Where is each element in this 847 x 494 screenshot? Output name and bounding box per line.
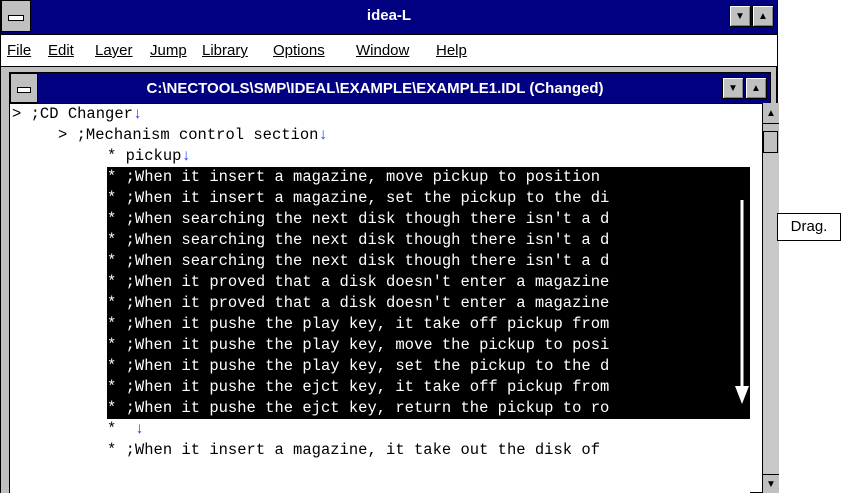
scroll-up-button[interactable]: ▲ (763, 103, 779, 124)
outline-marker[interactable]: > (12, 105, 21, 123)
outline-text: ;When searching the next disk though the… (116, 252, 610, 270)
menu-help[interactable]: Help (436, 42, 467, 59)
outline-marker[interactable]: * (107, 147, 116, 165)
minimize-button[interactable]: ▼ (729, 5, 751, 27)
outline-line-selected[interactable]: * ;When searching the next disk though t… (107, 209, 750, 230)
outline-line-selected[interactable]: * ;When it pushe the play key, move the … (107, 335, 750, 356)
app-title: idea-L (366, 7, 412, 24)
document-system-menu-button[interactable] (10, 73, 38, 103)
outline-line[interactable]: > ;Mechanism control section↓ (58, 125, 328, 146)
scroll-track[interactable] (763, 153, 779, 475)
outline-marker[interactable]: * (107, 399, 116, 417)
outline-line-selected[interactable]: * ;When it pushe the play key, it take o… (107, 314, 750, 335)
outline-line[interactable]: * ;When it insert a magazine, it take ou… (107, 440, 600, 461)
outline-text: ;When it pushe the ejct key, it take off… (116, 378, 610, 396)
newline-icon: ↓ (132, 105, 143, 123)
menu-layer[interactable]: Layer (95, 42, 133, 59)
outline-line-selected[interactable]: * ;When it proved that a disk doesn't en… (107, 293, 750, 314)
outline-marker[interactable]: * (107, 294, 116, 312)
outline-line-selected[interactable]: * ;When it proved that a disk doesn't en… (107, 272, 750, 293)
document-title-bar[interactable]: C:\NECTOOLS\SMP\IDEAL\EXAMPLE\EXAMPLE1.I… (10, 73, 770, 104)
outline-line-selected[interactable]: * ;When it pushe the ejct key, it take o… (107, 377, 750, 398)
menu-window[interactable]: Window (356, 42, 409, 59)
newline-icon: ↓ (318, 126, 328, 144)
outline-marker[interactable]: * (107, 441, 116, 459)
outline-line-selected[interactable]: * ;When it insert a magazine, move picku… (107, 167, 750, 188)
triangle-up-icon: ▲ (758, 10, 768, 22)
vertical-scrollbar[interactable]: ▲ ▼ (762, 103, 779, 493)
outline-text: ;When it pushe the play key, move the pi… (116, 336, 610, 354)
outline-text: ;When it proved that a disk doesn't ente… (116, 273, 610, 291)
outline-text: ;When it proved that a disk doesn't ente… (116, 294, 610, 312)
maximize-button[interactable]: ▲ (752, 5, 774, 27)
outline-text: ;When it insert a magazine, set the pick… (116, 189, 610, 207)
triangle-up-icon: ▲ (751, 82, 761, 94)
outline-marker[interactable]: * (107, 168, 116, 186)
outline-marker[interactable]: > (58, 126, 67, 144)
outline-line[interactable]: * pickup↓ (107, 146, 191, 167)
outline-editor[interactable]: > ;CD Changer↓ > ;Mechanism control secti… (10, 104, 750, 494)
outline-line[interactable]: * ↓ (107, 419, 144, 440)
outline-text: ;When it pushe the ejct key, return the … (116, 399, 610, 417)
outline-marker[interactable]: * (107, 189, 116, 207)
triangle-down-icon: ▼ (728, 82, 738, 94)
system-menu-icon (17, 87, 31, 93)
app-title-bar[interactable]: idea-L ▼ ▲ (1, 0, 777, 35)
outline-text (116, 420, 125, 438)
outline-marker[interactable]: * (107, 231, 116, 249)
outline-text: ;When it pushe the play key, set the pic… (116, 357, 610, 375)
arrow-up-icon: ▲ (766, 107, 776, 119)
outline-text: ;When it insert a magazine, it take out … (116, 441, 600, 459)
triangle-down-icon: ▼ (735, 10, 745, 22)
outline-text: ;Mechanism control section (67, 126, 319, 144)
document-title: C:\NECTOOLS\SMP\IDEAL\EXAMPLE\EXAMPLE1.I… (146, 80, 604, 97)
document-window: C:\NECTOOLS\SMP\IDEAL\EXAMPLE\EXAMPLE1.I… (9, 72, 771, 494)
newline-icon: ↓ (181, 147, 191, 165)
outline-text: ;When it pushe the play key, it take off… (116, 315, 610, 333)
outline-line-selected[interactable]: * ;When it pushe the ejct key, return th… (107, 398, 750, 419)
document-minimize-button[interactable]: ▼ (722, 77, 744, 99)
menu-edit[interactable]: Edit (48, 42, 74, 59)
outline-text: ;When searching the next disk though the… (116, 231, 610, 249)
drag-arrow-icon (735, 200, 749, 404)
scroll-down-button[interactable]: ▼ (763, 474, 779, 493)
outline-marker[interactable]: * (107, 252, 116, 270)
menu-file[interactable]: File (7, 42, 31, 59)
drag-callout: Drag. (777, 213, 841, 241)
newline-icon: ↓ (125, 420, 145, 438)
arrow-down-icon: ▼ (766, 478, 776, 490)
outline-text: ;When it insert a magazine, move pickup … (116, 168, 600, 186)
outline-line-selected[interactable]: * ;When searching the next disk though t… (107, 230, 750, 251)
outline-marker[interactable]: * (107, 315, 116, 333)
menu-bar: File Edit Layer Jump Library Options Win… (1, 35, 777, 67)
outline-line-selected[interactable]: * ;When it insert a magazine, set the pi… (107, 188, 750, 209)
outline-text: ;CD Changer (21, 105, 133, 123)
outline-marker[interactable]: * (107, 420, 116, 438)
scroll-thumb[interactable] (763, 131, 778, 153)
outline-line-selected[interactable]: * ;When it pushe the play key, set the p… (107, 356, 750, 377)
menu-options[interactable]: Options (273, 42, 325, 59)
outline-line-selected[interactable]: * ;When searching the next disk though t… (107, 251, 750, 272)
app-window: idea-L ▼ ▲ File Edit Layer Jump Library … (0, 0, 779, 494)
outline-marker[interactable]: * (107, 210, 116, 228)
outline-marker[interactable]: * (107, 336, 116, 354)
menu-jump[interactable]: Jump (150, 42, 187, 59)
outline-marker[interactable]: * (107, 273, 116, 291)
outline-line[interactable]: > ;CD Changer↓ (12, 104, 142, 125)
outline-marker[interactable]: * (107, 378, 116, 396)
outline-text: ;When searching the next disk though the… (116, 210, 610, 228)
outline-text: pickup (116, 147, 182, 165)
menu-library[interactable]: Library (202, 42, 248, 59)
document-maximize-button[interactable]: ▲ (745, 77, 767, 99)
outline-marker[interactable]: * (107, 357, 116, 375)
